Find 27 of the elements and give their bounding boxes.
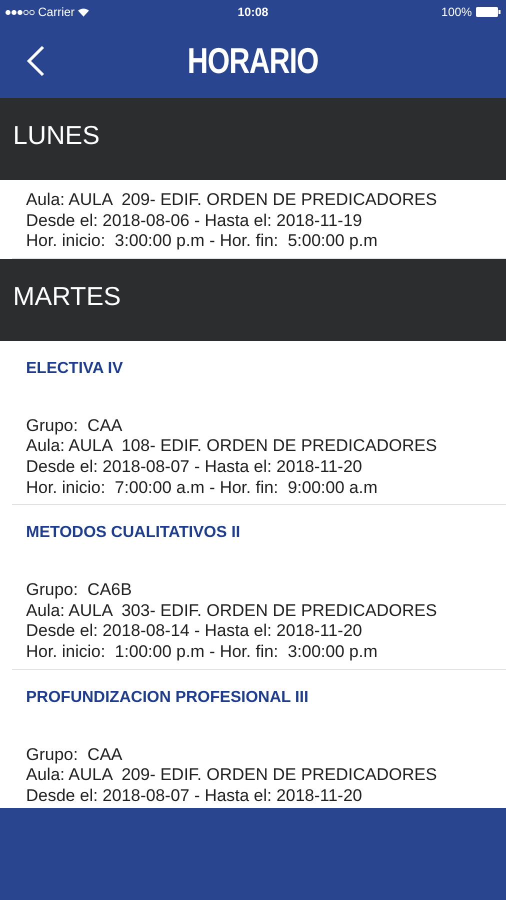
schedule-detail: Desde el: 2018-08-07 - Hasta el: 2018-11-20 xyxy=(26,456,364,478)
wifi-icon xyxy=(78,8,89,16)
schedule-detail: Desde el: 2018-08-14 - Hasta el: 2018-11-20 xyxy=(26,621,364,642)
schedule-detail: Aula: AULA 209- EDIF. ORDEN DE PREDICADORES xyxy=(26,765,438,786)
schedule-detail: Grupo: CAA xyxy=(26,744,124,766)
course-title: ELECTIVA IV xyxy=(26,358,124,379)
day-header: LUNES xyxy=(0,98,506,180)
back-icon[interactable] xyxy=(26,45,46,77)
schedule-detail: Aula: AULA 303- EDIF. ORDEN DE PREDICADORES xyxy=(26,600,438,622)
schedule-detail: Aula: AULA 209- EDIF. ORDEN DE PREDICADORES xyxy=(26,190,438,211)
battery-icon xyxy=(476,7,501,17)
clock-time: 10:08 xyxy=(238,4,268,21)
course-title: PROFUNDIZACION PROFESIONAL III xyxy=(26,688,310,708)
schedule-detail: Desde el: 2018-08-07 - Hasta el: 2018-11-20 xyxy=(26,786,364,807)
schedule-detail: Hor. inicio: 7:00:00 a.m - Hor. fin: 9:00:00 a.m xyxy=(26,478,379,499)
schedule-detail: Hor. inicio: 1:00:00 p.m - Hor. fin: 3:00:00 p.m xyxy=(26,642,379,663)
carrier-name: Carrier xyxy=(38,4,75,21)
schedule-detail: Aula: AULA 108- EDIF. ORDEN DE PREDICADORES xyxy=(26,436,438,457)
course-title: METODOS CUALITATIVOS II xyxy=(26,523,242,544)
screen-title: HORARIO xyxy=(188,39,318,83)
schedule-detail: Grupo: CA6B xyxy=(26,580,133,601)
battery-percent: 100% xyxy=(441,4,472,21)
schedule-detail: Desde el: 2018-08-06 - Hasta el: 2018-11-19 xyxy=(26,210,364,232)
schedule-detail: Hor. inicio: 3:00:00 p.m - Hor. fin: 5:00:00 p.m xyxy=(26,231,379,252)
signal-icon xyxy=(5,8,35,16)
schedule-detail: Grupo: CAA xyxy=(26,416,124,436)
day-header: MARTES xyxy=(0,258,506,341)
